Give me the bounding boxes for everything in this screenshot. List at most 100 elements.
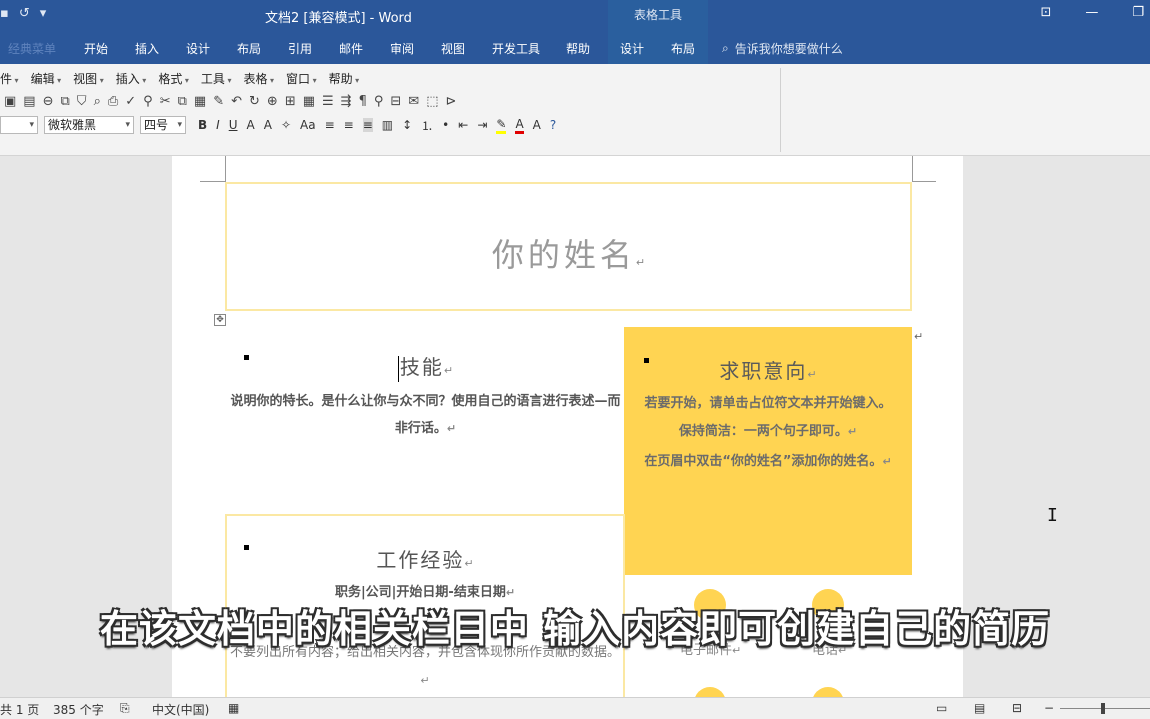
change-case-button[interactable]: Aa bbox=[300, 118, 316, 132]
zoom-icon[interactable]: ⊟ bbox=[390, 94, 401, 109]
restore-icon[interactable]: ❐ bbox=[1132, 5, 1144, 20]
redo-icon[interactable]: ↻ bbox=[249, 94, 260, 109]
experience-title[interactable]: 工作经验↵ bbox=[227, 544, 623, 573]
shapes-icon[interactable]: ⬚ bbox=[426, 94, 438, 109]
align-left-icon[interactable]: ≡ bbox=[325, 118, 335, 132]
increase-indent-icon[interactable]: ⇥ bbox=[477, 118, 487, 132]
text-effects-icon[interactable]: ✧ bbox=[281, 118, 291, 132]
objective-title[interactable]: 求职意向↵ bbox=[624, 355, 912, 384]
format-painter-icon[interactable]: ✎ bbox=[213, 94, 224, 109]
help-icon[interactable]: ? bbox=[550, 118, 556, 132]
hyperlink-icon[interactable]: ⊕ bbox=[267, 94, 278, 109]
word-doc-icon[interactable]: ▤ bbox=[23, 94, 35, 109]
skills-section[interactable]: 技能↵ 说明你的特长。是什么让你与众不同？使用自己的语言进行表述—而非行话。↵ bbox=[227, 351, 624, 442]
ribbon-display-icon[interactable]: ⊡ bbox=[1040, 5, 1051, 20]
comment-icon[interactable]: ✉ bbox=[408, 94, 419, 109]
char-border-icon[interactable]: A bbox=[247, 118, 255, 132]
tab-insert[interactable]: 插入 bbox=[135, 40, 159, 57]
tab-mailings[interactable]: 邮件 bbox=[339, 40, 363, 57]
objective-text-2[interactable]: 在页眉中双击“你的姓名”添加你的姓名。↵ bbox=[624, 448, 912, 476]
copy-icon[interactable]: ⧉ bbox=[178, 94, 187, 109]
save-icon[interactable]: ▣ bbox=[4, 94, 16, 109]
language-indicator[interactable]: 中文(中国) bbox=[152, 701, 209, 718]
redo-icon[interactable]: ↺ bbox=[19, 6, 30, 21]
menu-edit[interactable]: 编辑 bbox=[31, 70, 62, 87]
tell-me-search[interactable]: ⌕ 告诉我你想要做什么 bbox=[722, 40, 843, 57]
zoom-slider[interactable] bbox=[1060, 708, 1150, 709]
more-tools-icon[interactable]: ⊳ bbox=[446, 94, 457, 109]
bold-button[interactable]: B bbox=[198, 118, 207, 132]
text-direction-icon[interactable]: ⇶ bbox=[341, 94, 352, 109]
tab-developer[interactable]: 开发工具 bbox=[492, 40, 540, 57]
tab-view[interactable]: 视图 bbox=[441, 40, 465, 57]
tab-classic-menu[interactable]: 经典菜单 bbox=[8, 40, 56, 57]
permission-icon[interactable]: ⛉ bbox=[77, 94, 87, 109]
style-combo[interactable] bbox=[0, 116, 38, 134]
find-icon[interactable]: ⚲ bbox=[374, 94, 384, 109]
word-count[interactable]: 385 个字 bbox=[53, 701, 104, 718]
tab-design[interactable]: 设计 bbox=[186, 40, 210, 57]
font-size-combo[interactable]: 四号 bbox=[140, 116, 186, 134]
objective-section[interactable]: 求职意向↵ 若要开始，请单击占位符文本并开始键入。保持简洁：一两个句子即可。↵ … bbox=[624, 327, 912, 575]
menu-format[interactable]: 格式 bbox=[158, 70, 189, 87]
skills-description[interactable]: 说明你的特长。是什么让你与众不同？使用自己的语言进行表述—而非行话。↵ bbox=[227, 388, 624, 442]
menu-file[interactable]: 件 bbox=[0, 70, 19, 87]
font-name-combo[interactable]: 微软雅黑 bbox=[44, 116, 134, 134]
highlight-icon[interactable]: ✎ bbox=[496, 117, 507, 134]
spelling-icon[interactable]: ✓ bbox=[125, 94, 136, 109]
table-move-handle-icon[interactable]: ✥ bbox=[214, 314, 226, 326]
tab-layout[interactable]: 布局 bbox=[237, 40, 261, 57]
print-icon[interactable]: ⎙ bbox=[108, 94, 118, 109]
tab-review[interactable]: 审阅 bbox=[390, 40, 414, 57]
borders-icon[interactable]: ⊞ bbox=[285, 94, 296, 109]
skills-title[interactable]: 技能↵ bbox=[227, 351, 624, 382]
tab-references[interactable]: 引用 bbox=[288, 40, 312, 57]
header-name-box[interactable]: 你的姓名↵ bbox=[225, 182, 912, 311]
menu-insert[interactable]: 插入 bbox=[116, 70, 147, 87]
insert-table-icon[interactable]: ▦ bbox=[303, 94, 315, 109]
tab-table-design[interactable]: 设计 bbox=[620, 40, 644, 57]
italic-button[interactable]: I bbox=[216, 118, 220, 132]
paste-icon[interactable]: ▦ bbox=[194, 94, 206, 109]
web-layout-icon[interactable]: ⊟ bbox=[1012, 701, 1022, 715]
tab-table-layout[interactable]: 布局 bbox=[671, 40, 695, 57]
new-doc-icon[interactable]: ⧉ bbox=[61, 94, 70, 109]
your-name-placeholder[interactable]: 你的姓名↵ bbox=[227, 230, 910, 276]
font-size-grow-icon[interactable]: A bbox=[533, 118, 541, 132]
columns-icon[interactable]: ☰ bbox=[322, 94, 334, 109]
line-spacing-icon[interactable]: ↕ bbox=[402, 118, 412, 132]
objective-text-1[interactable]: 若要开始，请单击占位符文本并开始键入。保持简洁：一两个句子即可。↵ bbox=[624, 390, 912, 446]
macro-record-icon[interactable]: ▦ bbox=[228, 701, 239, 715]
read-mode-icon[interactable]: ▭ bbox=[936, 701, 947, 715]
customize-icon[interactable]: ▾ bbox=[40, 6, 47, 21]
show-hide-icon[interactable]: ¶ bbox=[359, 94, 367, 109]
menu-help[interactable]: 帮助 bbox=[329, 70, 360, 87]
minimize-icon[interactable]: — bbox=[1085, 5, 1098, 20]
undo-icon[interactable]: ↶ bbox=[231, 94, 242, 109]
zoom-slider-thumb[interactable] bbox=[1101, 703, 1105, 714]
zoom-out-icon[interactable]: − bbox=[1044, 701, 1054, 715]
menu-table[interactable]: 表格 bbox=[243, 70, 274, 87]
char-shading-icon[interactable]: A bbox=[264, 118, 272, 132]
align-center-icon[interactable]: ≡ bbox=[344, 118, 354, 132]
numbering-icon[interactable]: ⒈ bbox=[421, 117, 433, 134]
page-count[interactable]: 共 1 页 bbox=[0, 701, 39, 718]
decrease-indent-icon[interactable]: ⇤ bbox=[458, 118, 468, 132]
menu-view[interactable]: 视图 bbox=[73, 70, 104, 87]
justify-icon[interactable]: ▥ bbox=[382, 118, 393, 132]
menu-window[interactable]: 窗口 bbox=[286, 70, 317, 87]
save-icon[interactable]: ▪ bbox=[0, 6, 9, 21]
research-icon[interactable]: ⚲ bbox=[143, 94, 153, 109]
tab-home[interactable]: 开始 bbox=[84, 40, 108, 57]
bullets-icon[interactable]: • bbox=[442, 118, 449, 132]
proofing-icon[interactable]: ⎘ bbox=[120, 701, 130, 716]
close-doc-icon[interactable]: ⊖ bbox=[43, 94, 54, 109]
tab-help[interactable]: 帮助 bbox=[566, 40, 590, 57]
underline-button[interactable]: U bbox=[229, 118, 238, 132]
align-right-icon[interactable]: ≡ bbox=[362, 118, 373, 132]
menu-tools[interactable]: 工具 bbox=[201, 70, 232, 87]
cut-icon[interactable]: ✂ bbox=[160, 94, 171, 109]
font-color-icon[interactable]: A bbox=[515, 117, 524, 134]
print-preview-icon[interactable]: ⌕ bbox=[94, 94, 101, 109]
print-layout-icon[interactable]: ▤ bbox=[974, 701, 985, 715]
